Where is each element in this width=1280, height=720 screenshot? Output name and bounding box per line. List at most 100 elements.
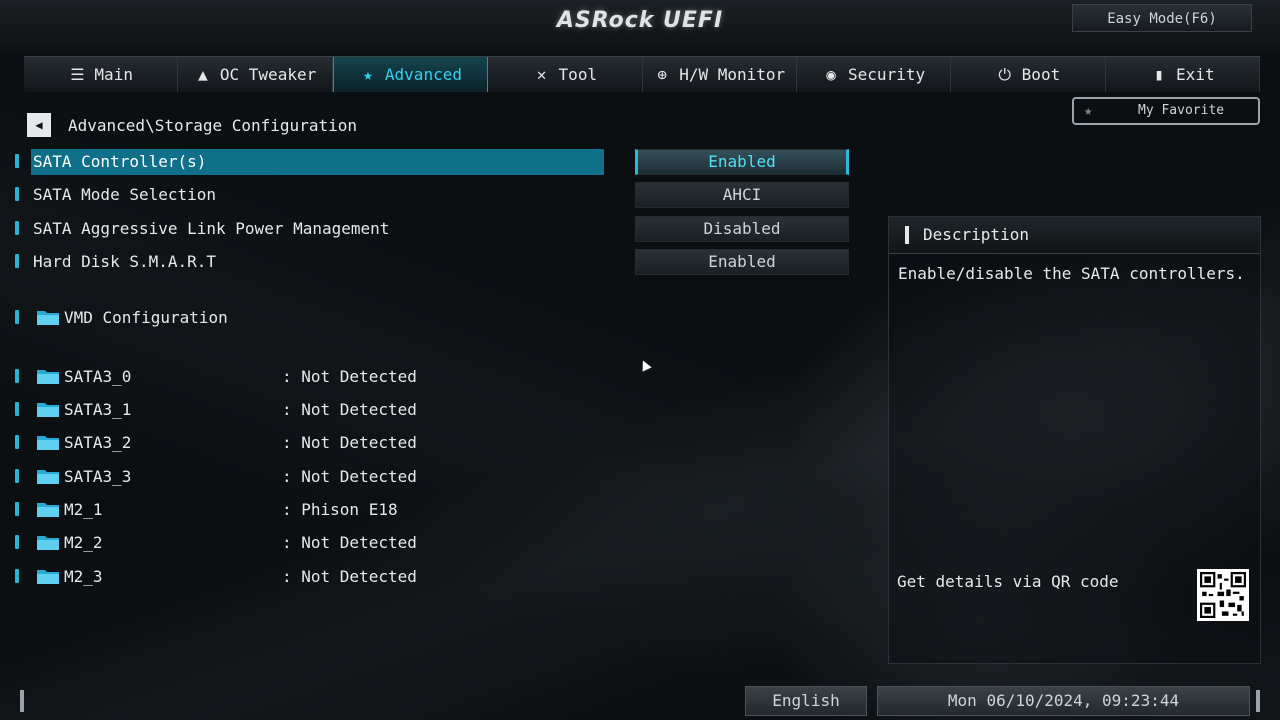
- qr-label: Get details via QR code: [897, 572, 1119, 591]
- wrench-icon: ✕: [536, 65, 547, 84]
- easy-mode-button[interactable]: Easy Mode(F6): [1072, 4, 1252, 32]
- setting-label: SATA Controller(s): [33, 152, 207, 171]
- row-marker: [15, 154, 19, 168]
- tab-label: Boot: [1021, 65, 1061, 84]
- footer-right-bar: [1256, 690, 1260, 712]
- setting-row-sata-alpm[interactable]: SATA Aggressive Link Power Management Di…: [0, 216, 860, 242]
- device-status: : Phison E18: [282, 500, 398, 519]
- row-marker: [15, 187, 19, 201]
- tab-tool[interactable]: ✕ Tool: [488, 57, 643, 92]
- device-status: : Not Detected: [282, 367, 417, 386]
- device-name: SATA3_1: [64, 400, 132, 419]
- breadcrumb: Advanced\Storage Configuration: [68, 116, 357, 135]
- submenu-label: VMD Configuration: [64, 308, 228, 327]
- tab-label: OC Tweaker: [219, 65, 317, 84]
- device-status: : Not Detected: [282, 467, 417, 486]
- row-marker: [15, 369, 19, 383]
- row-marker: [15, 402, 19, 416]
- door-icon: ▮: [1154, 65, 1164, 84]
- row-marker: [15, 569, 19, 583]
- main-nav: ☰ Main ▲ OC Tweaker ★ Advanced ✕ Tool ⊕ …: [24, 56, 1260, 92]
- device-name: M2_3: [64, 567, 103, 586]
- rocket-icon: ▲: [198, 65, 208, 84]
- row-marker: [15, 535, 19, 549]
- tab-security[interactable]: ◉ Security: [797, 57, 952, 92]
- device-name: M2_2: [64, 533, 103, 552]
- tab-oc-tweaker[interactable]: ▲ OC Tweaker: [178, 57, 333, 92]
- my-favorite-label: My Favorite: [1138, 103, 1225, 118]
- device-name: SATA3_2: [64, 433, 132, 452]
- folder-icon: [37, 503, 59, 517]
- setting-value-button[interactable]: Enabled: [635, 249, 849, 275]
- description-text: Enable/disable the SATA controllers.: [898, 264, 1245, 283]
- my-favorite-button[interactable]: ★ My Favorite: [1072, 97, 1260, 125]
- device-status: : Not Detected: [282, 533, 417, 552]
- star-icon: ★: [363, 65, 373, 84]
- back-arrow-icon: ◀: [35, 118, 43, 132]
- tab-exit[interactable]: ▮ Exit: [1106, 57, 1260, 92]
- shield-icon: ◉: [826, 65, 836, 84]
- tab-label: Main: [94, 65, 133, 84]
- row-marker: [15, 435, 19, 449]
- row-marker: [15, 254, 19, 268]
- crosshair-icon: ⊕: [657, 65, 668, 84]
- folder-icon: [37, 436, 59, 450]
- tab-label: H/W Monitor: [679, 65, 786, 84]
- folder-icon: [37, 370, 59, 384]
- description-header: Description: [889, 217, 1260, 254]
- device-row[interactable]: M2_2 : Not Detected: [0, 530, 860, 556]
- device-name: M2_1: [64, 500, 103, 519]
- device-status: : Not Detected: [282, 433, 417, 452]
- row-marker: [15, 310, 19, 324]
- tab-label: Tool: [558, 65, 598, 84]
- tab-label: Advanced: [384, 65, 462, 84]
- device-row[interactable]: SATA3_0 : Not Detected: [0, 364, 860, 390]
- setting-label: Hard Disk S.M.A.R.T: [33, 252, 217, 271]
- device-status: : Not Detected: [282, 567, 417, 586]
- info-icon: [905, 226, 909, 244]
- tab-hw-monitor[interactable]: ⊕ H/W Monitor: [643, 57, 797, 92]
- device-row[interactable]: M2_3 : Not Detected: [0, 564, 860, 590]
- setting-value-button[interactable]: Disabled: [635, 216, 849, 242]
- folder-icon: [37, 536, 59, 550]
- submenu-vmd-configuration[interactable]: VMD Configuration: [0, 305, 860, 331]
- setting-value-button[interactable]: Enabled: [635, 149, 849, 175]
- device-name: SATA3_0: [64, 367, 132, 386]
- tab-main[interactable]: ☰ Main: [24, 57, 179, 92]
- setting-row-sata-mode[interactable]: SATA Mode Selection AHCI: [0, 182, 860, 208]
- setting-label: SATA Mode Selection: [33, 185, 217, 204]
- list-icon: ☰: [70, 65, 85, 84]
- back-button[interactable]: ◀: [27, 113, 51, 137]
- tab-label: Security: [848, 65, 926, 84]
- tab-label: Exit: [1176, 65, 1215, 84]
- device-status: : Not Detected: [282, 400, 417, 419]
- language-button[interactable]: English: [745, 686, 867, 716]
- star-icon: ★: [1084, 103, 1093, 119]
- description-title: Description: [923, 225, 1029, 244]
- folder-icon: [37, 311, 59, 325]
- qr-pattern: [1200, 572, 1246, 618]
- device-name: SATA3_3: [64, 467, 132, 486]
- row-marker: [15, 469, 19, 483]
- setting-row-sata-controllers[interactable]: SATA Controller(s) Enabled: [0, 149, 860, 175]
- folder-icon: [37, 403, 59, 417]
- setting-row-hdd-smart[interactable]: Hard Disk S.M.A.R.T Enabled: [0, 249, 860, 275]
- device-row[interactable]: SATA3_1 : Not Detected: [0, 397, 860, 423]
- device-row[interactable]: SATA3_3 : Not Detected: [0, 464, 860, 490]
- setting-value-button[interactable]: AHCI: [635, 182, 849, 208]
- tab-boot[interactable]: ⏻ Boot: [951, 57, 1106, 92]
- datetime-display: Mon 06/10/2024, 09:23:44: [877, 686, 1250, 716]
- device-row[interactable]: M2_1 : Phison E18: [0, 497, 860, 523]
- top-bar: ASRock UEFI Easy Mode(F6): [0, 0, 1280, 58]
- folder-icon: [37, 570, 59, 584]
- row-marker: [15, 221, 19, 235]
- description-panel: Description Enable/disable the SATA cont…: [888, 216, 1261, 664]
- row-marker: [15, 502, 19, 516]
- qr-code-icon[interactable]: [1197, 569, 1249, 621]
- footer-left-bar: [20, 690, 24, 712]
- setting-label: SATA Aggressive Link Power Management: [33, 219, 390, 238]
- device-row[interactable]: SATA3_2 : Not Detected: [0, 430, 860, 456]
- power-icon: ⏻: [998, 64, 1011, 84]
- folder-icon: [37, 470, 59, 484]
- tab-advanced[interactable]: ★ Advanced: [332, 57, 489, 92]
